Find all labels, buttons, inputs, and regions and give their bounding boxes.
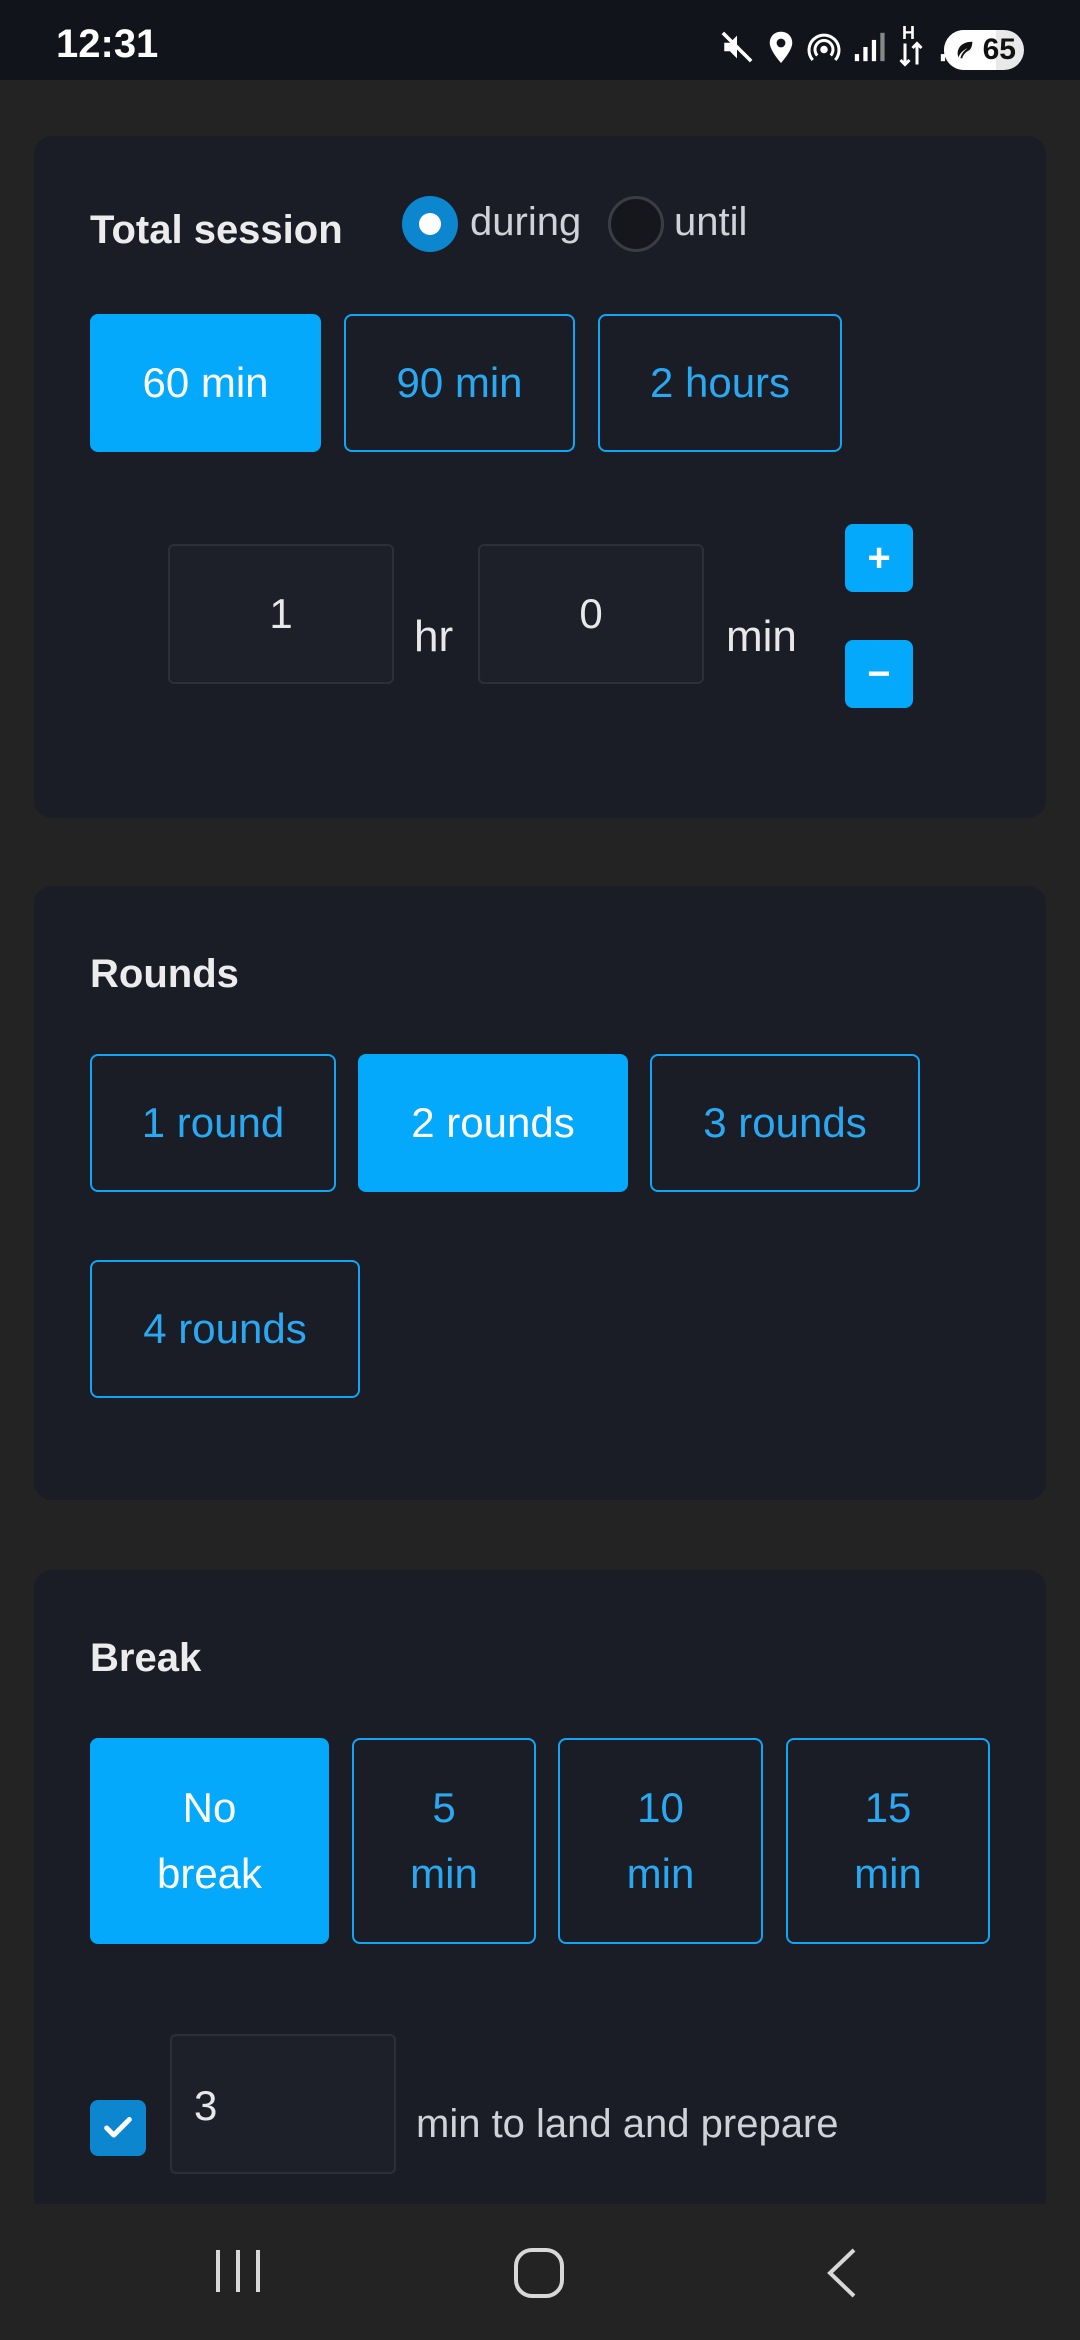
rounds-card: Rounds 1 round 2 rounds 3 rounds 4 round… xyxy=(34,886,1046,1500)
preset-90-min-button[interactable]: 90 min xyxy=(344,314,575,452)
break-10-line2: min xyxy=(626,1850,695,1897)
break-15-line2: min xyxy=(854,1850,922,1897)
session-title: Total session xyxy=(90,208,343,252)
radio-during[interactable] xyxy=(402,196,458,252)
radio-until-label[interactable]: until xyxy=(674,200,747,245)
mute-icon xyxy=(721,31,753,63)
recent-apps-icon[interactable] xyxy=(210,2246,266,2296)
break-5-line2: min xyxy=(410,1850,478,1897)
round-option-2-button[interactable]: 2 rounds xyxy=(358,1054,628,1192)
break-none-line1: No xyxy=(182,1784,237,1831)
svg-text:H: H xyxy=(902,23,915,43)
break-10-line1: 10 xyxy=(637,1784,684,1831)
break-none-line2: break xyxy=(156,1850,263,1897)
check-icon xyxy=(104,2117,132,2138)
radio-until[interactable] xyxy=(608,196,664,252)
prepare-checkbox[interactable] xyxy=(90,2100,146,2156)
status-time: 12:31 xyxy=(56,22,159,66)
data-h-icon: H xyxy=(899,23,923,67)
preset-60-min-button[interactable]: 60 min xyxy=(90,314,321,452)
round-option-4-button[interactable]: 4 rounds xyxy=(90,1260,360,1398)
hotspot-icon xyxy=(807,33,841,61)
leaf-icon xyxy=(957,41,973,59)
break-5-min-button[interactable]: 5 min xyxy=(352,1738,536,1944)
signal-icon xyxy=(854,32,885,62)
rounds-title: Rounds xyxy=(90,952,239,996)
break-15-line1: 15 xyxy=(864,1784,912,1831)
increment-button[interactable]: + xyxy=(845,524,913,592)
break-none-button[interactable]: No break xyxy=(90,1738,329,1944)
break-15-min-button[interactable]: 15 min xyxy=(786,1738,990,1944)
round-option-3-button[interactable]: 3 rounds xyxy=(650,1054,920,1192)
back-icon[interactable] xyxy=(822,2246,862,2300)
prepare-label: min to land and prepare xyxy=(416,2102,839,2146)
prepare-minutes-input[interactable]: 3 xyxy=(170,2034,396,2174)
battery-icon: 65 xyxy=(944,30,1024,70)
status-bar: 12:31 H 65 xyxy=(0,0,1080,80)
minutes-input[interactable]: 0 xyxy=(478,544,704,684)
navigation-bar xyxy=(0,2204,1080,2340)
session-card: Total session during until 60 min 90 min… xyxy=(34,136,1046,818)
break-title: Break xyxy=(90,1636,202,1680)
radio-during-label[interactable]: during xyxy=(470,200,581,245)
hours-unit: hr xyxy=(414,612,454,661)
home-icon[interactable] xyxy=(512,2246,568,2300)
break-card: Break No break 5 min 10 min 15 min 3 min… xyxy=(34,1570,1046,2204)
decrement-button[interactable]: − xyxy=(845,640,913,708)
break-10-min-button[interactable]: 10 min xyxy=(558,1738,763,1944)
round-option-1-button[interactable]: 1 round xyxy=(90,1054,336,1192)
break-5-line1: 5 xyxy=(432,1784,456,1831)
location-icon xyxy=(769,31,793,63)
minutes-unit: min xyxy=(726,612,797,661)
battery-level: 65 xyxy=(982,33,1016,66)
preset-2-hours-button[interactable]: 2 hours xyxy=(598,314,842,452)
hours-input[interactable]: 1 xyxy=(168,544,394,684)
